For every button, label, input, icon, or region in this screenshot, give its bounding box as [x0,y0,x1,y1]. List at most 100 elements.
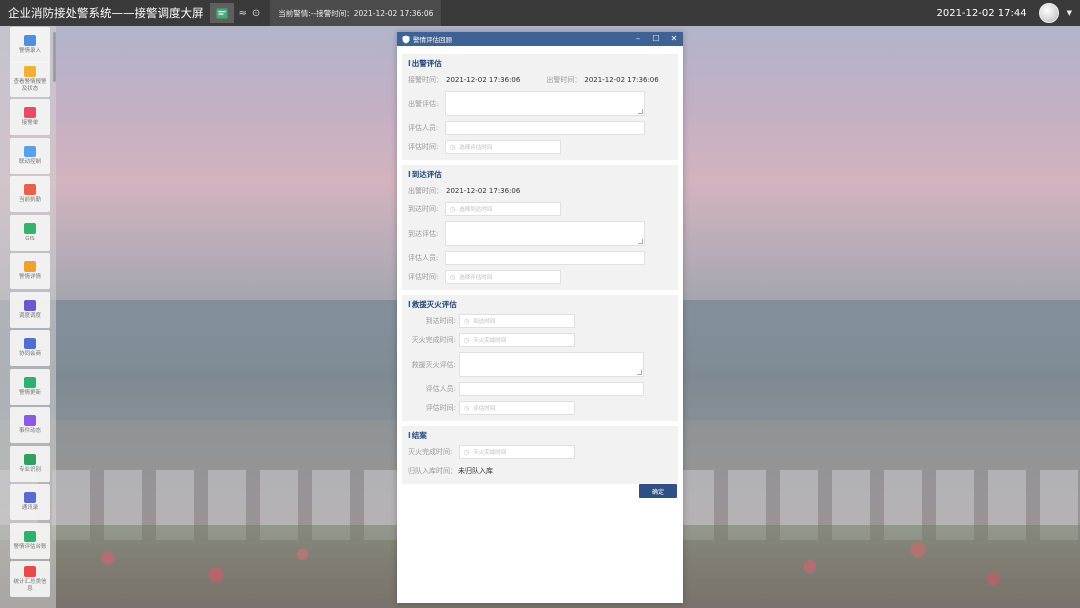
sidebar-item-label: 调度调度 [18,313,41,320]
section-title: 到达评估 [408,169,672,180]
date-placeholder: 灭火完成时间 [473,338,507,344]
sidebar-item-14[interactable]: 警情评估台账 [10,523,50,559]
duty-icon [24,184,36,196]
sidebar-item-label: 通讯录 [21,505,39,512]
arrival-time-eval-label: 评估时间: [408,273,439,281]
sidebar-item-label: 专业识别 [18,467,41,474]
dispatch-eval-label: 出警评估: [408,99,439,108]
section-title: 结案 [408,430,672,441]
database-icon [24,146,36,158]
date-placeholder: 到达时间 [473,319,496,325]
section-fire-rescue-evaluation: 救援灭火评估 到达时间: ◷ 到达时间 灭火完成时间: ◷ 灭火完成时间 救援灭… [402,295,678,421]
app-title: 企业消防接处警系统——接警调度大屏 [8,6,204,20]
sidebar-item-5[interactable]: 当前执勤 [10,176,50,212]
sidebar-item-10[interactable]: 警情更新 [10,369,50,405]
current-datetime: 2021-12-02 17:44 [936,7,1027,19]
close-done-time-picker[interactable]: ◷ 灭火完成时间 [459,445,575,459]
sidebar-item-label: 警情录入 [18,48,41,55]
arrival-person-input[interactable] [445,251,645,265]
top-bar-right: 2021-12-02 17:44 ▼ [936,0,1080,26]
sidebar-item-1[interactable]: 警情录入 [10,27,50,63]
sidebar-item-label: 警情详情 [18,274,41,281]
fire-eval-time-picker[interactable]: ◷ 评估时间 [459,401,575,415]
evaluation-icon [24,531,36,543]
arrive-time-picker[interactable]: ◷ 选择到达时间 [445,202,561,216]
section-dispatch-evaluation: 出警评估 接警时间： 2021-12-02 17:36:06 出警时间： 202… [402,54,678,160]
clock-icon: ◷ [450,273,456,281]
receive-time-value: 2021-12-02 17:36:06 [446,76,521,84]
sidebar-item-label: 当前执勤 [18,197,41,204]
dispatch-time-label: 出警时间： [546,76,582,84]
sidebar-item-label: 查看警情报警及状态 [13,79,47,92]
section-arrival-evaluation: 到达评估 出警时间： 2021-12-02 17:36:06 到达时间: ◷ 选… [402,165,678,290]
fire-arrive-time-picker[interactable]: ◷ 到达时间 [459,314,575,328]
receive-time-label: 接警时间： [408,76,443,84]
list-icon [24,261,36,273]
dispatch-eval-textarea[interactable] [445,91,645,116]
arrival-eval-textarea[interactable] [445,221,645,246]
clock-icon: ◷ [464,404,470,412]
section-case-closure: 结案 灭火完成时间: ◷ 灭火完成时间 归队入库时间： 未归队入库 [402,426,678,484]
arrive-time-label: 到达时间: [408,205,439,213]
sidebar-item-15[interactable]: 统计汇总类信息 [10,561,50,597]
return-time-value: 未归队入库 [458,467,493,475]
avatar[interactable] [1038,3,1059,23]
dispatch-time-value: 2021-12-02 17:36:06 [446,187,521,195]
sidebar-item-6[interactable]: GIS [10,215,50,251]
arrival-person-label: 评估人员: [408,254,439,262]
maximize-icon[interactable]: ☐ [647,32,665,46]
wifi-icon[interactable]: ≈ [239,8,247,19]
fire-person-input[interactable] [459,382,644,396]
date-placeholder: 选择评估时间 [459,145,493,151]
arrival-eval-time-picker[interactable]: ◷ 选择评估时间 [445,270,561,284]
sidebar-item-2[interactable]: 查看警情报警及状态 [10,61,50,97]
minimize-icon[interactable]: – [629,32,647,46]
top-bar: 企业消防接处警系统——接警调度大屏 ≈ ⊙ 当前警情:--接警时间：2021-1… [0,0,1080,26]
sidebar-item-8[interactable]: 调度调度 [10,292,50,328]
sidebar-item-label: 警情评估台账 [13,544,47,551]
fire-person-label: 评估人员: [425,385,456,393]
hexagon-icon [24,300,36,312]
sidebar-item-9[interactable]: 协同会商 [10,330,50,366]
section-title: 救援灭火评估 [408,299,672,310]
sidebar-item-label: GIS [25,236,35,243]
fire-eval-label: 救援灭火评估: [411,360,456,369]
dialog-title: 警情评估回顾 [413,36,452,44]
sidebar-item-label: 警情更新 [18,390,41,397]
sidebar-item-12[interactable]: 专业识别 [10,446,50,482]
sidebar-item-label: 联动控制 [18,159,41,166]
dispatch-person-label: 评估人员: [408,124,439,132]
meeting-icon [24,338,36,350]
fire-time-eval-label: 评估时间: [425,404,456,412]
stats-icon [24,566,36,577]
fire-eval-textarea[interactable] [459,352,644,377]
arrival-eval-label: 到达评估: [408,229,439,238]
sidebar-item-label: 协同会商 [18,351,41,358]
date-placeholder: 选择到达时间 [459,207,493,213]
shield-icon [402,35,410,43]
clock-icon: ◷ [450,143,456,151]
current-alert: 当前警情:--接警时间：2021-12-02 17:36:06 [270,0,442,26]
chevron-down-icon[interactable]: ▼ [1067,9,1072,17]
alarm-list-icon [216,8,227,18]
dispatch-person-input[interactable] [445,121,645,135]
sidebar-item-4[interactable]: 联动控制 [10,138,50,174]
sidebar-item-label: 统计汇总类信息 [13,579,47,592]
sidebar-item-13[interactable]: 通讯录 [10,484,50,520]
fire-arrive-label: 到达时间: [425,317,456,325]
sidebar-item-7[interactable]: 警情详情 [10,253,50,289]
clock-icon: ◷ [464,317,470,325]
fire-done-label: 灭火完成时间: [411,336,456,344]
help-icon[interactable]: ⊙ [252,8,260,19]
dispatch-eval-time-picker[interactable]: ◷ 选择评估时间 [445,140,561,154]
window-controls: – ☐ ✕ [629,32,683,46]
sidebar-scrollbar[interactable] [53,32,56,82]
sidebar-item-label: 事件动态 [18,428,41,435]
sidebar-item-11[interactable]: 事件动态 [10,407,50,443]
confirm-button[interactable]: 确定 [639,484,677,498]
alarm-list-button[interactable] [209,3,234,23]
refresh-icon [24,377,36,389]
fire-done-time-picker[interactable]: ◷ 灭火完成时间 [459,333,575,347]
close-icon[interactable]: ✕ [665,32,683,46]
sidebar-item-3[interactable]: 接警单 [10,99,50,135]
